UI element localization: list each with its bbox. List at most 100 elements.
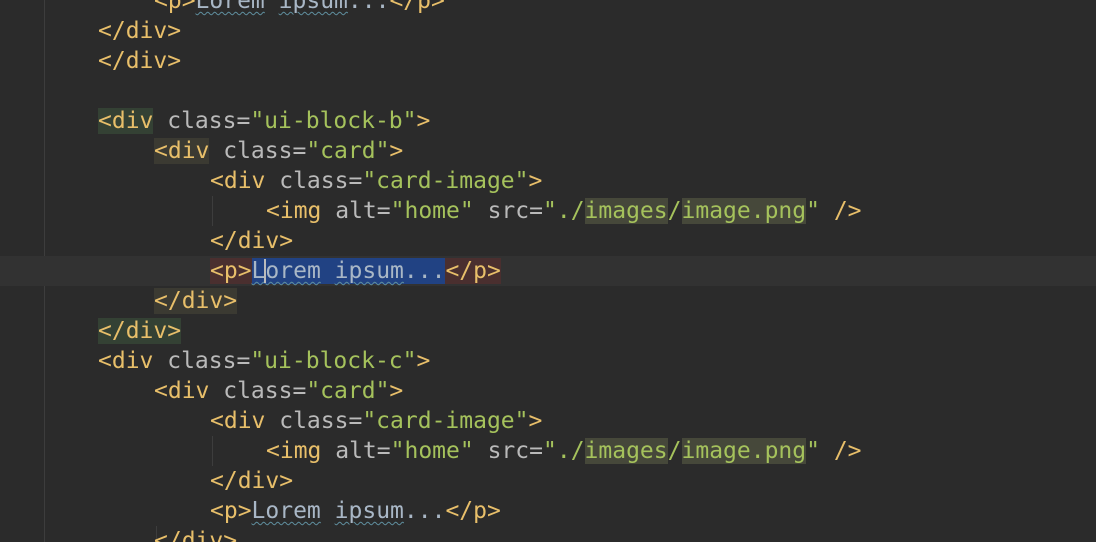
code-token: "ui-block-b"	[250, 108, 417, 134]
code-token: image.png	[681, 438, 807, 464]
code-line[interactable]: <div class="ui-block-b">	[0, 106, 1096, 136]
code-text[interactable]: <div class="card-image">	[210, 166, 542, 196]
code-token: /	[667, 438, 682, 464]
code-editor[interactable]: <p>Lorem ipsum...</p> </div> </div> <div cl…	[0, 0, 1096, 542]
code-text[interactable]: <img alt="home" src="./images/image.png"…	[266, 436, 862, 466]
code-line[interactable]: <div class="ui-block-c">	[0, 346, 1096, 376]
code-token: "home"	[390, 438, 474, 464]
code-token: ...	[347, 0, 390, 14]
code-token: </div>	[154, 288, 238, 314]
code-line[interactable]	[0, 76, 1096, 106]
code-text[interactable]: </div>	[210, 226, 293, 256]
code-token: <div	[98, 348, 154, 374]
code-line[interactable]: </div>	[0, 316, 1096, 346]
code-line[interactable]: <div class="card-image">	[0, 406, 1096, 436]
code-text[interactable]: </div>	[98, 16, 181, 46]
code-token: ipsum	[334, 258, 404, 284]
code-token: "	[806, 438, 820, 464]
code-line[interactable]: <p>Lorem ipsum...</p>	[0, 0, 1096, 16]
code-line[interactable]: </div>	[0, 46, 1096, 76]
code-text[interactable]: </div>	[210, 466, 293, 496]
code-token: class=	[265, 168, 363, 194]
code-token: "home"	[390, 198, 474, 224]
code-token: <div	[210, 168, 266, 194]
code-line[interactable]: </div>	[0, 526, 1096, 542]
code-line[interactable]: <img alt="home" src="./images/image.png"…	[0, 196, 1096, 226]
code-token: images	[584, 198, 668, 224]
code-text[interactable]: </div>	[154, 526, 237, 542]
code-token: class=	[153, 348, 251, 374]
code-token: ".	[542, 198, 571, 224]
code-token: "card"	[306, 138, 390, 164]
code-text[interactable]: <div class="ui-block-b">	[98, 106, 430, 136]
code-token: </div>	[98, 318, 182, 344]
code-token	[320, 258, 335, 284]
code-token: <p>	[154, 0, 196, 14]
code-token: src=	[473, 438, 543, 464]
code-token: "ui-block-c"	[250, 348, 417, 374]
code-text[interactable]: <img alt="home" src="./images/image.png"…	[266, 196, 862, 226]
code-token: <div	[154, 378, 210, 404]
code-token: /	[667, 198, 682, 224]
code-line[interactable]: <div class="card-image">	[0, 166, 1096, 196]
code-token: <p>	[210, 258, 252, 284]
code-line[interactable]: <div class="card">	[0, 136, 1096, 166]
code-line[interactable]: <div class="card">	[0, 376, 1096, 406]
code-line[interactable]: </div>	[0, 286, 1096, 316]
code-token: Lorem	[251, 498, 321, 524]
code-token: ipsum	[334, 498, 404, 524]
code-token: "card"	[306, 378, 390, 404]
code-token: </div>	[154, 528, 238, 542]
code-token: /	[570, 438, 585, 464]
code-text[interactable]: <p>Lorem ipsum...</p>	[210, 256, 501, 286]
code-token: <p>	[210, 498, 252, 524]
code-text[interactable]: <div class="card">	[154, 376, 403, 406]
code-token: ".	[542, 438, 571, 464]
code-token: images	[584, 438, 668, 464]
code-text[interactable]: </div>	[98, 46, 181, 76]
code-text[interactable]: <p>Lorem ipsum...</p>	[154, 0, 445, 16]
code-line[interactable]: <p>Lorem ipsum...</p>	[0, 496, 1096, 526]
code-token: ...	[403, 498, 446, 524]
code-token: </div>	[210, 228, 294, 254]
code-token: >	[389, 378, 404, 404]
code-text[interactable]: <div class="card">	[154, 136, 403, 166]
code-token: class=	[209, 138, 307, 164]
code-token: orem	[265, 258, 321, 284]
code-token: <img	[266, 198, 322, 224]
code-token: <div	[210, 408, 266, 434]
code-token: />	[819, 198, 862, 224]
code-text[interactable]: <div class="card-image">	[210, 406, 542, 436]
code-text[interactable]: </div>	[154, 286, 238, 316]
code-token: src=	[473, 198, 543, 224]
code-token: />	[819, 438, 862, 464]
code-token: alt=	[321, 438, 391, 464]
code-line-current[interactable]: <p>Lorem ipsum...</p>	[0, 256, 1096, 286]
code-line[interactable]: </div>	[0, 226, 1096, 256]
code-token: class=	[265, 408, 363, 434]
code-token: /	[570, 198, 585, 224]
code-token: </p>	[389, 0, 445, 14]
code-line[interactable]: </div>	[0, 16, 1096, 46]
code-token: </p>	[445, 498, 501, 524]
code-token: >	[389, 138, 404, 164]
code-token: Lorem	[195, 0, 265, 14]
code-token: L	[251, 258, 266, 284]
code-token: "card-image"	[362, 168, 529, 194]
code-token: <div	[154, 138, 210, 164]
code-line[interactable]: </div>	[0, 466, 1096, 496]
code-token: <img	[266, 438, 322, 464]
code-line[interactable]: <img alt="home" src="./images/image.png"…	[0, 436, 1096, 466]
code-token: <div	[98, 108, 154, 134]
code-token: ...	[403, 258, 446, 284]
code-token: ipsum	[278, 0, 348, 14]
code-token: class=	[153, 108, 251, 134]
code-token: "	[806, 198, 820, 224]
code-text[interactable]: <div class="ui-block-c">	[98, 346, 430, 376]
code-token: </p>	[445, 258, 501, 284]
code-token: </div>	[98, 48, 182, 74]
code-text[interactable]: <p>Lorem ipsum...</p>	[210, 496, 501, 526]
code-token: alt=	[321, 198, 391, 224]
code-text[interactable]: </div>	[98, 316, 182, 346]
